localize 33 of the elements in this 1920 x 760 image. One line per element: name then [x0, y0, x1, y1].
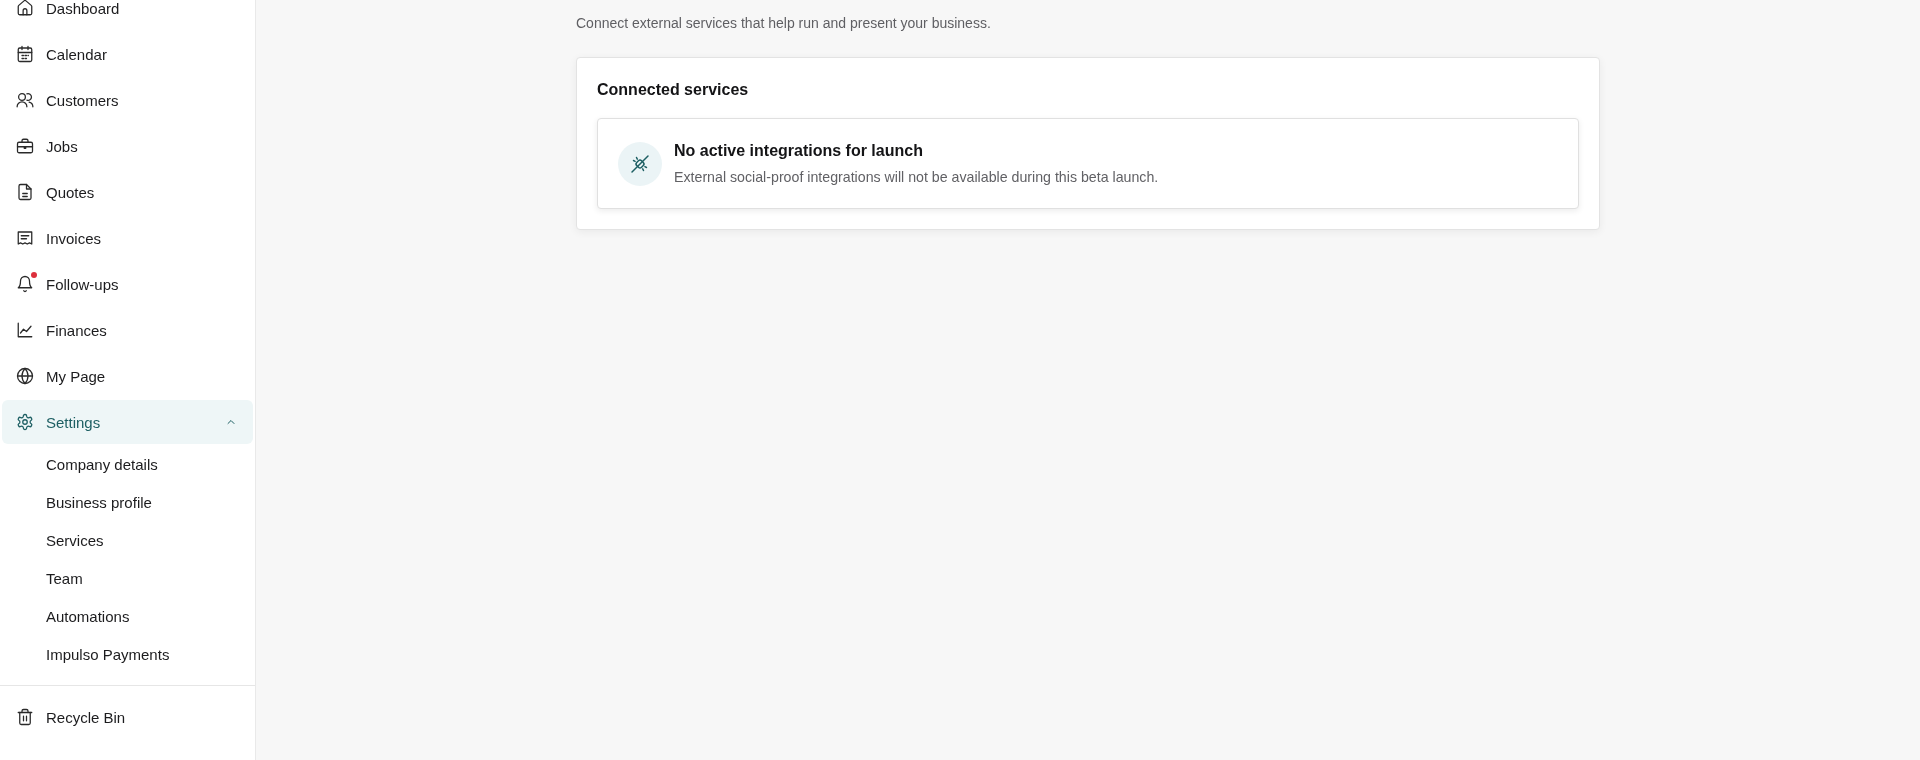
settings-subitem[interactable]: Team	[2, 559, 253, 597]
users-icon	[16, 91, 34, 109]
calendar-icon	[16, 45, 34, 63]
card-title: Connected services	[597, 80, 750, 100]
gear-icon	[16, 413, 34, 431]
empty-state-title: No active integrations for launch	[674, 141, 924, 161]
nav-item[interactable]: Settings	[2, 400, 253, 444]
page-subtitle: Connect external services that help run and present your business.	[576, 14, 992, 33]
nav-item[interactable]: Jobs	[2, 124, 253, 168]
settings-subitem[interactable]: Automations	[2, 597, 253, 635]
nav-item[interactable]: My Page	[2, 354, 253, 398]
nav-item[interactable]: Calendar	[2, 32, 253, 76]
nav-item[interactable]: Recycle Bin	[2, 695, 253, 739]
settings-subitem[interactable]: Business profile	[2, 483, 253, 521]
globe-icon	[16, 367, 34, 385]
briefcase-icon	[16, 137, 34, 155]
settings-subitem[interactable]: Services	[2, 521, 253, 559]
unplugged-icon	[618, 141, 662, 186]
settings-subitem[interactable]: Company details	[2, 445, 253, 483]
bell-icon	[16, 275, 34, 293]
nav-item[interactable]: Customers	[2, 78, 253, 122]
chart-line-icon	[16, 321, 34, 339]
nav-item[interactable]: Finances	[2, 308, 253, 352]
home-icon	[16, 0, 34, 17]
empty-state-description: External social-proof integrations will not be available during this beta launch.	[674, 168, 1159, 187]
nav-item[interactable]: Follow-ups	[2, 262, 253, 306]
nav-item[interactable]: Dashboard	[2, 0, 253, 30]
document-icon	[16, 183, 34, 201]
settings-subitem[interactable]: Impulso Payments	[2, 635, 253, 673]
receipt-icon	[16, 229, 34, 247]
nav-item[interactable]: Invoices	[2, 216, 253, 260]
nav-item[interactable]: Quotes	[2, 170, 253, 214]
trash-icon	[16, 708, 34, 726]
